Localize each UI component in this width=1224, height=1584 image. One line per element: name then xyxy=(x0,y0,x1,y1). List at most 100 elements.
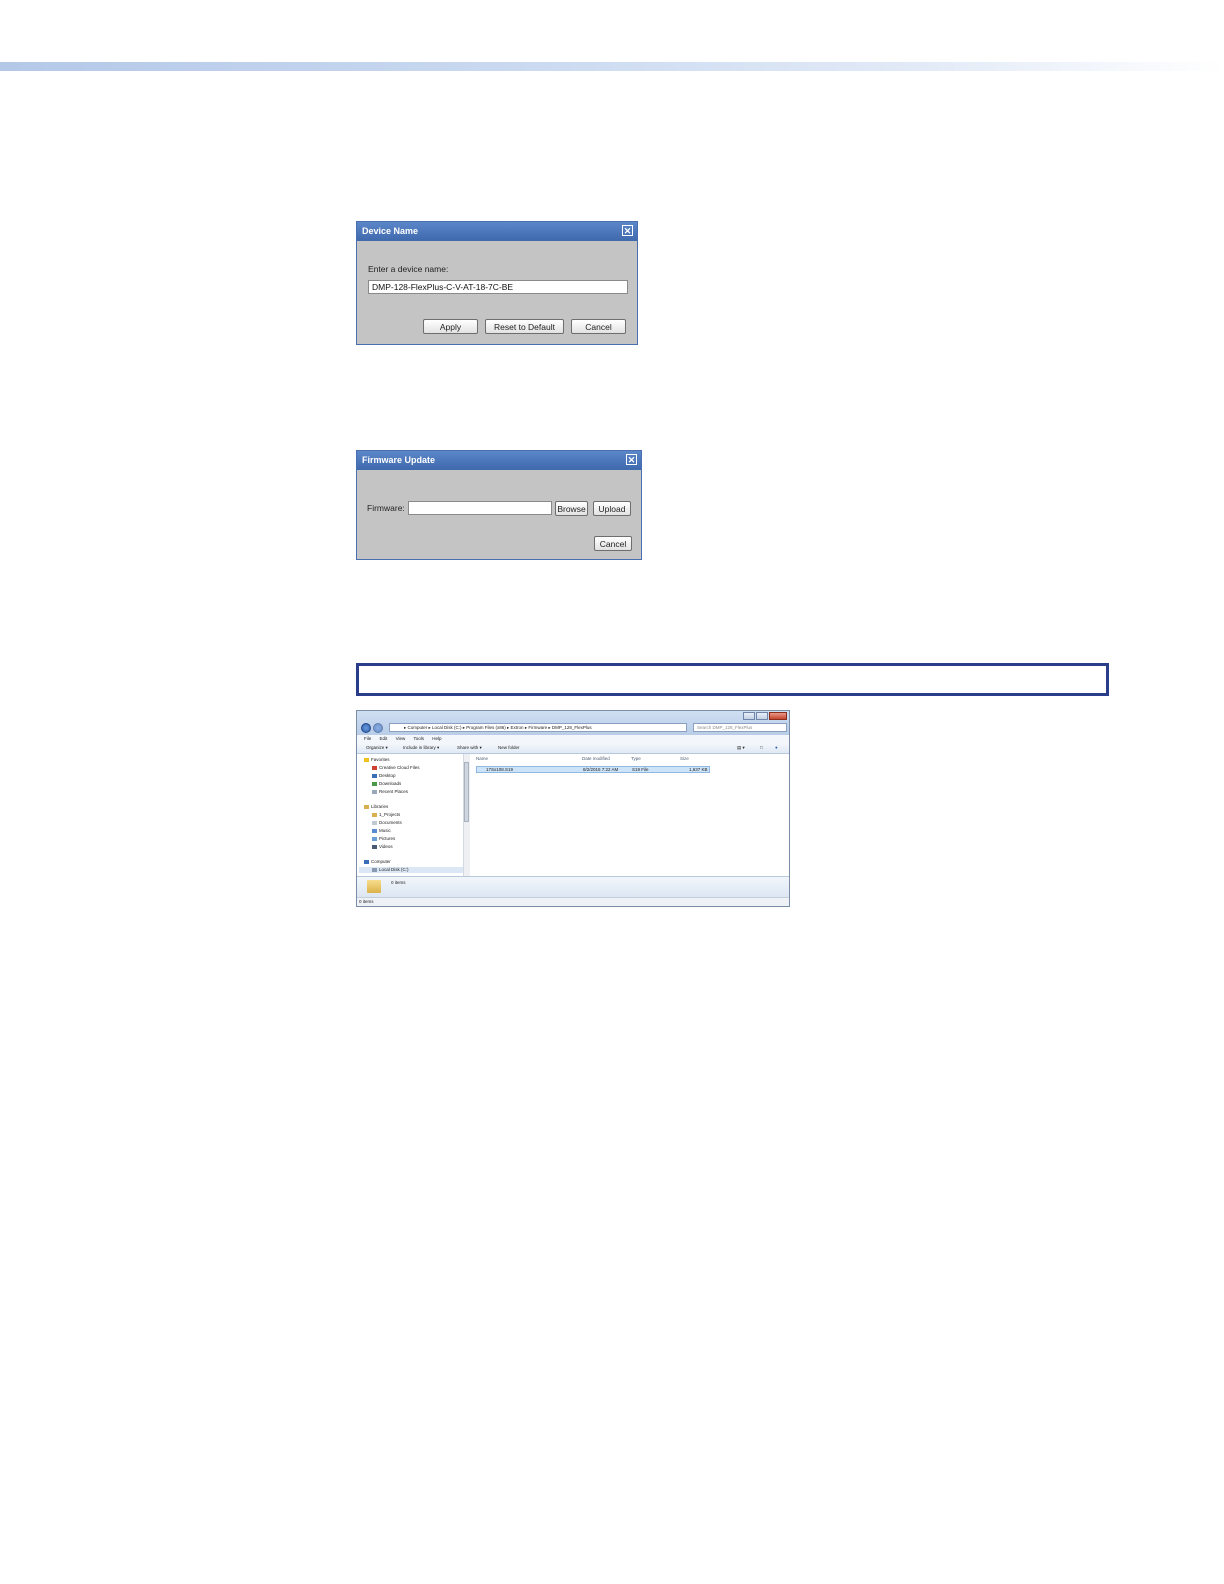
nav-label: Recent Places xyxy=(379,789,409,794)
cancel-button[interactable]: Cancel xyxy=(571,319,626,334)
dialog-title-bar: Device Name ✕ xyxy=(357,222,637,241)
window-controls xyxy=(743,712,787,720)
close-icon[interactable]: ✕ xyxy=(622,225,633,236)
menu-view[interactable]: View xyxy=(396,736,406,741)
nav-documents[interactable]: Documents xyxy=(372,820,402,826)
desktop-icon xyxy=(372,773,377,778)
share-with-button[interactable]: Share with ▾ xyxy=(457,743,482,753)
back-arrow-icon[interactable] xyxy=(361,723,371,733)
details-pane: 0 items xyxy=(357,876,789,897)
computer-icon xyxy=(364,859,369,864)
star-icon xyxy=(364,757,369,762)
browse-button[interactable]: Browse xyxy=(555,501,588,516)
music-icon xyxy=(372,828,377,833)
apply-button[interactable]: Apply xyxy=(423,319,478,334)
dialog-title: Device Name xyxy=(362,226,419,236)
firmware-update-dialog: Firmware Update ✕ Firmware: Browse Uploa… xyxy=(356,450,642,560)
nav-label: Music xyxy=(379,828,391,833)
nav-desktop[interactable]: Desktop xyxy=(372,773,396,779)
cloud-icon xyxy=(372,765,377,770)
file-size: 1,637 KB xyxy=(689,767,708,772)
nav-computer[interactable]: Computer xyxy=(364,859,391,865)
details-item-count: 0 items xyxy=(391,880,406,885)
device-name-dialog: Device Name ✕ Enter a device name: DMP-1… xyxy=(356,221,638,345)
folder-icon xyxy=(367,880,381,893)
explorer-title-area: ▸ Computer ▸ Local Disk (C:) ▸ Program F… xyxy=(357,711,789,735)
nav-label: Videos xyxy=(379,844,393,849)
help-icon[interactable]: ● xyxy=(775,743,778,753)
upload-button[interactable]: Upload xyxy=(593,501,631,516)
nav-label: Documents xyxy=(379,820,402,825)
file-list: Name Date modified Type Size 17Sx108.S19… xyxy=(470,754,789,876)
dialog-title: Firmware Update xyxy=(362,455,436,465)
close-icon[interactable]: ✕ xyxy=(626,454,637,465)
document-icon xyxy=(372,820,377,825)
pictures-icon xyxy=(372,836,377,841)
nav-label: Libraries xyxy=(371,804,389,809)
recent-places-icon xyxy=(372,789,377,794)
device-name-input[interactable]: DMP-128-FlexPlus-C-V-AT-18-7C-BE xyxy=(368,280,628,294)
nav-music[interactable]: Music xyxy=(372,828,391,834)
folder-icon xyxy=(372,812,377,817)
include-in-library-button[interactable]: Include in library ▾ xyxy=(403,743,439,753)
note-box xyxy=(356,663,1109,696)
nav-label: 1_Projects xyxy=(379,812,401,817)
close-icon[interactable] xyxy=(769,712,787,720)
file-row[interactable]: 17Sx108.S19 8/2/2015 7:22 AM S19 File 1,… xyxy=(476,766,710,773)
nav-downloads[interactable]: Downloads xyxy=(372,781,401,787)
library-icon xyxy=(364,804,369,809)
menu-tools[interactable]: Tools xyxy=(414,736,425,741)
dialog-title-bar: Firmware Update ✕ xyxy=(357,451,641,470)
disk-icon xyxy=(372,867,377,872)
nav-label: Favorites xyxy=(371,757,390,762)
header-rule xyxy=(0,62,1224,71)
view-options-icon[interactable]: ▤ ▾ xyxy=(737,743,745,753)
search-input[interactable]: Search DMP_128_FlexPlus xyxy=(693,723,787,732)
menu-edit[interactable]: Edit xyxy=(380,736,388,741)
file-type: S19 File xyxy=(632,767,649,772)
firmware-file-input[interactable] xyxy=(408,501,552,515)
file-date: 8/2/2015 7:22 AM xyxy=(583,767,619,772)
maximize-icon[interactable] xyxy=(756,712,768,720)
cancel-button[interactable]: Cancel xyxy=(594,536,632,551)
nav-creative-cloud[interactable]: Creative Cloud Files xyxy=(372,765,420,771)
command-toolbar: Organize ▾ Include in library ▾ Share wi… xyxy=(357,743,789,754)
minimize-icon[interactable] xyxy=(743,712,755,720)
menu-help[interactable]: Help xyxy=(432,736,441,741)
nav-label: Local Disk (C:) xyxy=(379,867,409,872)
column-type[interactable]: Type xyxy=(631,756,641,761)
menu-file[interactable]: File xyxy=(364,736,371,741)
nav-label: Computer xyxy=(371,859,391,864)
organize-button[interactable]: Organize ▾ xyxy=(366,743,388,753)
column-date-modified[interactable]: Date modified xyxy=(582,756,610,761)
nav-recent[interactable]: Recent Places xyxy=(372,789,408,795)
address-bar[interactable]: ▸ Computer ▸ Local Disk (C:) ▸ Program F… xyxy=(389,723,687,732)
new-folder-button[interactable]: New folder xyxy=(498,743,520,753)
file-explorer-window: ▸ Computer ▸ Local Disk (C:) ▸ Program F… xyxy=(356,710,790,907)
status-item-count: 0 items xyxy=(359,899,374,904)
navigation-pane: Favorites Creative Cloud Files Desktop D… xyxy=(357,754,463,876)
nav-libraries[interactable]: Libraries xyxy=(364,804,388,810)
preview-pane-icon[interactable]: □ xyxy=(760,743,763,753)
nav-label: Pictures xyxy=(379,836,396,841)
nav-label: Downloads xyxy=(379,781,402,786)
nav-scrollbar[interactable] xyxy=(463,754,470,876)
nav-local-disk[interactable]: Local Disk (C:) xyxy=(359,867,463,873)
videos-icon xyxy=(372,844,377,849)
nav-favorites[interactable]: Favorites xyxy=(364,757,390,763)
nav-label: Creative Cloud Files xyxy=(379,765,420,770)
reset-to-default-button[interactable]: Reset to Default xyxy=(485,319,564,334)
forward-arrow-icon[interactable] xyxy=(373,723,383,733)
nav-projects[interactable]: 1_Projects xyxy=(372,812,400,818)
nav-label: Desktop xyxy=(379,773,396,778)
device-name-prompt: Enter a device name: xyxy=(368,264,449,274)
download-icon xyxy=(372,781,377,786)
scroll-thumb[interactable] xyxy=(464,762,469,822)
firmware-label: Firmware: xyxy=(367,503,405,513)
nav-pictures[interactable]: Pictures xyxy=(372,836,395,842)
column-name[interactable]: Name xyxy=(476,756,488,761)
file-name: 17Sx108.S19 xyxy=(486,767,514,772)
nav-videos[interactable]: Videos xyxy=(372,844,393,850)
menu-bar: File Edit View Tools Help xyxy=(357,735,789,743)
column-size[interactable]: Size xyxy=(680,756,689,761)
